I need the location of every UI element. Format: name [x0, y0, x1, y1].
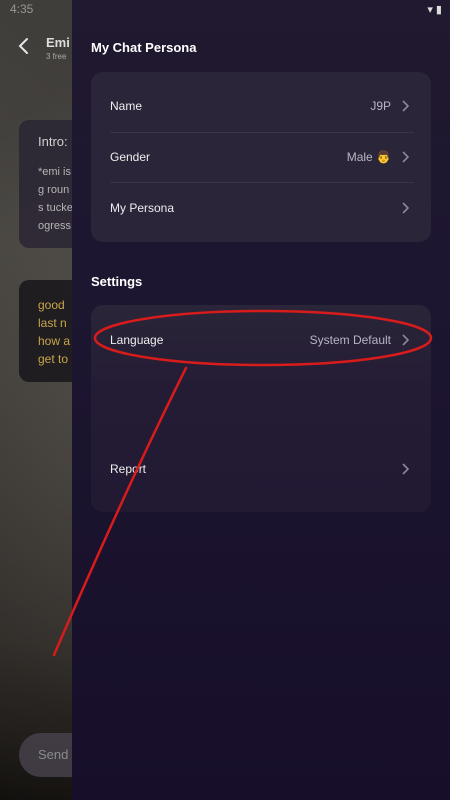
settings-drawer: My Chat Persona Name J9P Gender Male 👨 M…: [72, 0, 450, 800]
row-label: Language: [110, 333, 164, 347]
status-icons: ▾ ▮: [427, 4, 442, 16]
chat-title: Emi: [46, 35, 70, 50]
row-value: Male 👨: [346, 150, 391, 164]
chevron-right-icon: [402, 151, 409, 163]
persona-section-title: My Chat Persona: [91, 40, 197, 55]
chevron-right-icon: [402, 100, 409, 112]
row-label: Gender: [110, 150, 151, 164]
row-my-persona[interactable]: My Persona: [91, 183, 431, 234]
row-gender[interactable]: Gender Male 👨: [91, 132, 431, 183]
row-value: J9P: [370, 99, 391, 113]
chevron-right-icon: [402, 202, 409, 214]
settings-card: Language System Default Report: [91, 305, 431, 512]
settings-section-title: Settings: [91, 274, 143, 289]
persona-card: Name J9P Gender Male 👨 My Persona: [91, 72, 431, 242]
row-label: Name: [110, 99, 143, 113]
status-time: 4:35: [10, 2, 34, 16]
back-arrow-icon[interactable]: [14, 36, 34, 56]
row-label: My Persona: [110, 201, 175, 215]
chevron-right-icon: [402, 463, 409, 475]
row-report[interactable]: Report: [91, 444, 431, 495]
row-label: Report: [110, 462, 147, 476]
row-name[interactable]: Name J9P: [91, 81, 431, 132]
chevron-right-icon: [402, 334, 409, 346]
chat-subtitle: 3 free: [46, 52, 67, 61]
row-language[interactable]: Language System Default: [91, 315, 431, 366]
row-value: System Default: [309, 333, 391, 347]
